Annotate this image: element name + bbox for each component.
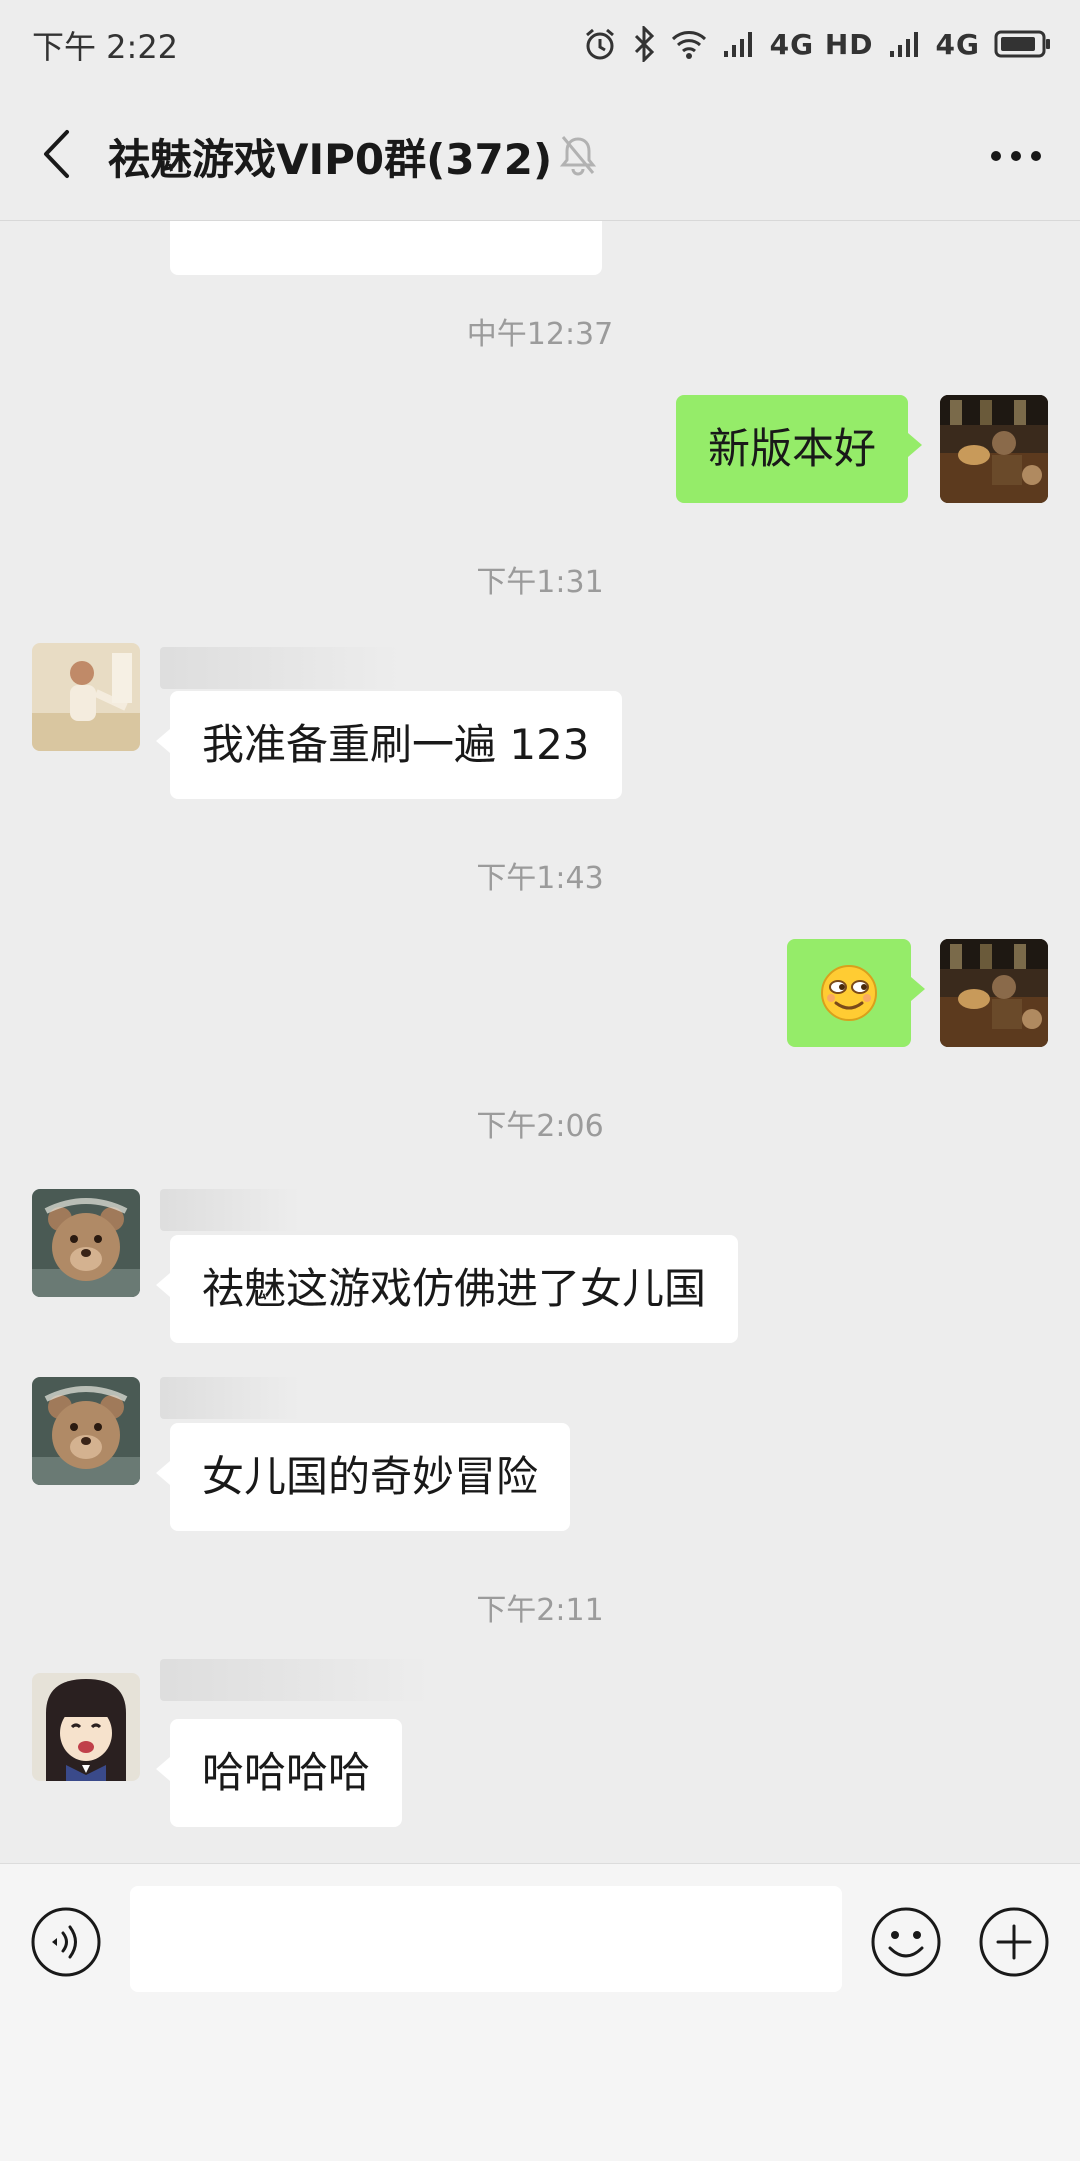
sender-name-blurred [160,1659,430,1701]
timestamp: 下午1:43 [476,861,604,896]
emoji-button[interactable] [870,1906,942,1982]
emoji-icon [871,1907,941,1977]
network-label: 4G HD [769,27,874,61]
mute-bell-icon [558,134,598,180]
sender-name-blurred [160,1189,300,1231]
avatar-member[interactable] [32,1377,140,1485]
chat-title: 祛魅游戏VIP0群(372) [108,135,553,184]
network-label-2: 4G [935,27,980,61]
message-bubble-received[interactable]: 女儿国的奇妙冒险 [155,1423,571,1531]
more-options-button[interactable] [980,128,1052,184]
alarm-icon [582,26,618,62]
smirk-emoji-icon [821,965,877,1021]
message-bubble-partial[interactable] [170,221,602,275]
status-bar: 下午 2:22 4G HD 4G [0,0,1080,92]
plus-button[interactable] [978,1906,1050,1982]
message-input[interactable] [130,1886,842,1992]
timestamp: 下午2:11 [476,1593,604,1628]
avatar-self[interactable] [940,395,1048,503]
chat-header: 祛魅游戏VIP0群(372) [0,92,1080,221]
avatar-member[interactable] [32,1673,140,1781]
back-arrow-icon [44,130,69,178]
back-button[interactable] [28,122,84,186]
avatar-self[interactable] [940,939,1048,1047]
message-bubble-received[interactable]: 我准备重刷一遍 123 [156,691,622,799]
signal-icon [722,29,756,59]
message-list[interactable]: 中午12:37 新版本好 下午1:31 我准备重刷一遍 123 下午1:43 下… [0,221,1080,1863]
message-bubble-received[interactable]: 哈哈哈哈 [155,1719,403,1827]
avatar-member[interactable] [32,643,140,751]
signal-icon [888,29,922,59]
battery-icon [994,29,1052,59]
voice-icon [31,1907,101,1977]
plus-icon [979,1907,1049,1977]
voice-button[interactable] [30,1906,102,1982]
status-time: 下午 2:22 [32,28,179,66]
wifi-icon [670,28,708,60]
input-bar [0,1863,1080,2161]
message-bubble-sent[interactable]: 新版本好 [676,395,923,503]
timestamp: 下午1:31 [476,565,604,600]
timestamp: 下午2:06 [476,1109,604,1144]
message-bubble-sent-emoji[interactable] [787,939,925,1047]
sender-name-blurred [160,1377,300,1419]
bluetooth-icon [632,26,656,62]
status-icons: 4G HD 4G [582,20,1052,68]
more-dots-icon [991,151,1041,161]
avatar-member[interactable] [32,1189,140,1297]
message-bubble-received[interactable]: 祛魅这游戏仿佛进了女儿国 [155,1235,739,1343]
timestamp: 中午12:37 [466,317,614,352]
sender-name-blurred [160,647,400,689]
